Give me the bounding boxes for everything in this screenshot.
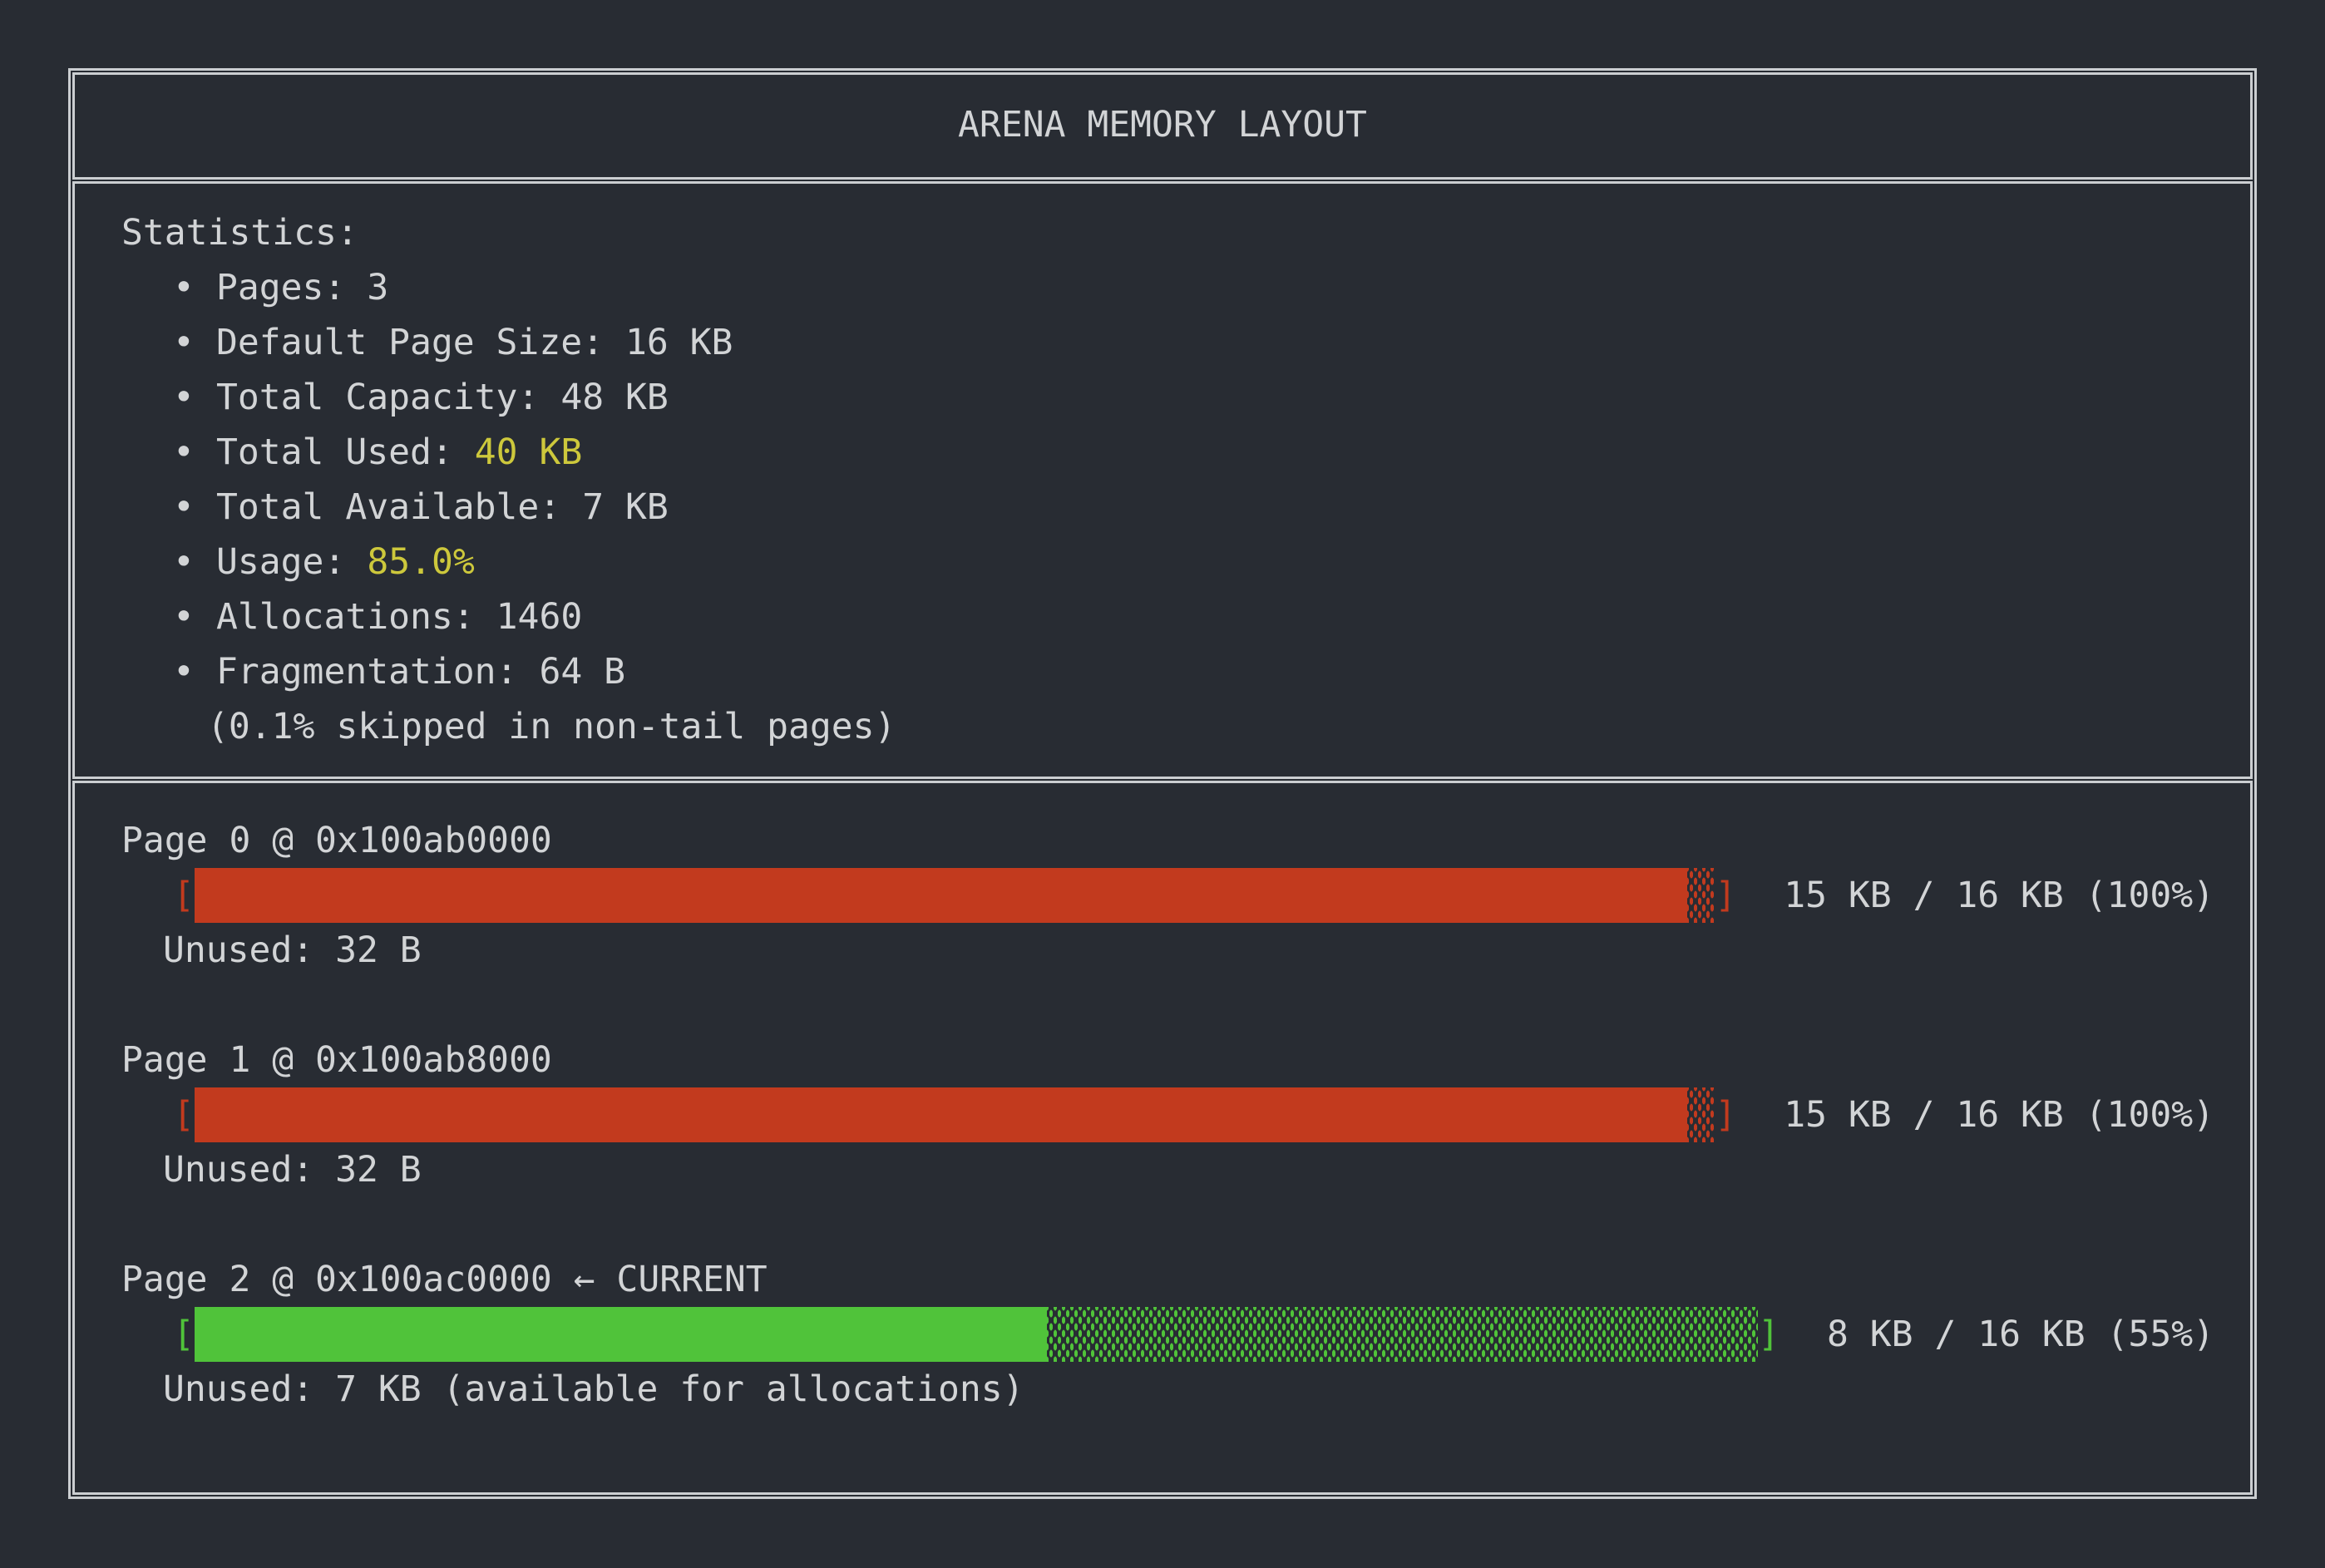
stat-value: 16 KB <box>625 315 733 370</box>
bar-open-bracket: [ <box>173 868 195 923</box>
bar-used-fill <box>195 868 1688 923</box>
bullet-icon: • <box>173 425 216 480</box>
stat-item: • Pages: 3 <box>121 260 2217 315</box>
stat-value: 40 KB <box>475 425 582 480</box>
bar-free-region <box>1047 1307 1759 1362</box>
stat-item: • Fragmentation: 64 B <box>121 644 2217 699</box>
bar-open-bracket: [ <box>173 1087 195 1142</box>
page-heading: Page 0 @ 0x100ab0000 <box>121 813 2214 868</box>
page-unused-text: Unused: 32 B <box>163 1142 2214 1197</box>
bullet-icon: • <box>173 644 216 699</box>
page-title: ARENA MEMORY LAYOUT <box>75 97 2250 152</box>
stat-value: 48 KB <box>560 370 668 425</box>
stat-label: Usage: <box>216 535 345 589</box>
page-unused-text: Unused: 32 B <box>163 923 2214 978</box>
stat-label: Fragmentation: <box>216 644 517 699</box>
bullet-icon: • <box>173 315 216 370</box>
stat-value: 3 <box>367 260 388 315</box>
bar-usage-text: 8 KB / 16 KB (55%) <box>1827 1307 2214 1362</box>
bar-used-fill <box>195 1307 1047 1362</box>
stat-label: Allocations: <box>216 589 475 644</box>
pages-box: Page 0 @ 0x100ab0000 [ ] 15 KB / 16 KB (… <box>72 781 2253 1495</box>
bar-usage-text: 15 KB / 16 KB (100%) <box>1784 868 2214 923</box>
stat-label: Total Used: <box>216 425 453 480</box>
stat-value: 7 KB <box>582 480 669 535</box>
fragmentation-note: (0.1% skipped in non-tail pages) <box>207 699 2217 754</box>
stat-item: • Default Page Size: 16 KB <box>121 315 2217 370</box>
bullet-icon: • <box>173 480 216 535</box>
page-unused-text: Unused: 7 KB (available for allocations) <box>163 1362 2214 1417</box>
bar-used-fill <box>195 1087 1688 1142</box>
bar-free-region <box>1687 868 1715 923</box>
page-heading: Page 2 @ 0x100ac0000 ← CURRENT <box>121 1252 2214 1307</box>
bar-close-bracket: ] <box>1715 868 1736 923</box>
stat-label: Default Page Size: <box>216 315 604 370</box>
memory-bar: [ ] 8 KB / 16 KB (55%) <box>173 1307 2214 1362</box>
bar-track <box>195 1307 1758 1362</box>
bullet-icon: • <box>173 370 216 425</box>
memory-bar: [ ] 15 KB / 16 KB (100%) <box>173 868 2214 923</box>
bar-close-bracket: ] <box>1715 1087 1736 1142</box>
stat-item: • Allocations: 1460 <box>121 589 2217 644</box>
bar-free-region <box>1687 1087 1715 1142</box>
bullet-icon: • <box>173 589 216 644</box>
stat-item: • Usage: 85.0% <box>121 535 2217 589</box>
stat-value: 1460 <box>496 589 583 644</box>
bar-track <box>195 1087 1715 1142</box>
stats-heading: Statistics: <box>121 205 2217 260</box>
terminal-screen: { "title": "ARENA MEMORY LAYOUT", "color… <box>0 0 2325 1568</box>
bar-open-bracket: [ <box>173 1307 195 1362</box>
bullet-icon: • <box>173 535 216 589</box>
page-block: Page 1 @ 0x100ab8000 [ ] 15 KB / 16 KB (… <box>121 1033 2214 1197</box>
memory-bar: [ ] 15 KB / 16 KB (100%) <box>173 1087 2214 1142</box>
page-block: Page 2 @ 0x100ac0000 ← CURRENT [ ] 8 KB … <box>121 1252 2214 1417</box>
bar-close-bracket: ] <box>1758 1307 1780 1362</box>
title-box: ARENA MEMORY LAYOUT <box>72 72 2253 180</box>
stat-label: Pages: <box>216 260 345 315</box>
stats-box: Statistics: • Pages: 3 • Default Page Si… <box>72 181 2253 779</box>
stat-item: • Total Used: 40 KB <box>121 425 2217 480</box>
stat-item: • Total Capacity: 48 KB <box>121 370 2217 425</box>
bar-usage-text: 15 KB / 16 KB (100%) <box>1784 1087 2214 1142</box>
stat-item: • Total Available: 7 KB <box>121 480 2217 535</box>
stat-label: Total Capacity: <box>216 370 539 425</box>
page-block: Page 0 @ 0x100ab0000 [ ] 15 KB / 16 KB (… <box>121 813 2214 978</box>
stat-value: 85.0% <box>367 535 474 589</box>
bar-track <box>195 868 1715 923</box>
stat-label: Total Available: <box>216 480 560 535</box>
bullet-icon: • <box>173 260 216 315</box>
page-heading: Page 1 @ 0x100ab8000 <box>121 1033 2214 1087</box>
stat-value: 64 B <box>539 644 625 699</box>
outer-frame: ARENA MEMORY LAYOUT Statistics: • Pages:… <box>68 68 2257 1499</box>
